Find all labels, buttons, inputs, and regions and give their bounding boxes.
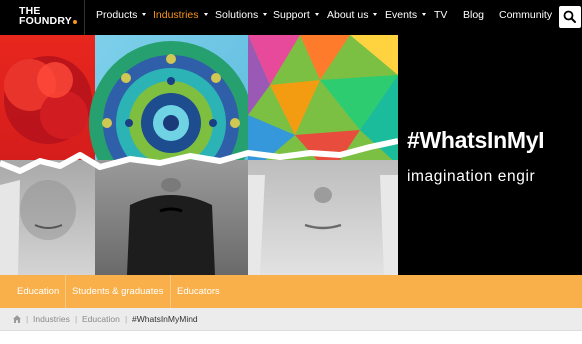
foundry-logo[interactable]: THE FOUNDRY	[19, 6, 77, 26]
hero-subtitle: imagination engir	[407, 168, 536, 185]
hero-title: #WhatsInMyI	[407, 127, 545, 153]
home-icon[interactable]	[12, 314, 22, 324]
nav-divider	[84, 0, 85, 35]
caret-down-icon	[422, 13, 427, 16]
logo-line2: FOUNDRY	[19, 15, 72, 27]
logo-dot	[72, 20, 77, 24]
caret-down-icon	[142, 13, 147, 16]
subnav-item-students-graduates[interactable]: Students & graduates	[72, 286, 163, 297]
nav-item-label: About us	[327, 9, 369, 21]
nav-item-blog[interactable]: Blog	[463, 9, 484, 21]
breadcrumb-current: #WhatsInMyMind	[132, 314, 198, 324]
nav-item-label: Solutions	[215, 9, 259, 21]
nav-item-tv[interactable]: TV	[434, 9, 447, 21]
nav-item-label: Products	[96, 9, 138, 21]
breadcrumb-industries[interactable]: Industries	[33, 314, 70, 324]
nav-item-support[interactable]: Support	[273, 9, 319, 21]
search-button[interactable]	[559, 6, 581, 28]
nav-item-label: Blog	[463, 9, 485, 21]
hero-text-panel	[398, 35, 582, 275]
subnav-divider	[170, 275, 171, 308]
breadcrumb-separator: |	[26, 314, 29, 324]
nav-item-label: Community	[499, 9, 553, 21]
breadcrumb: | Industries | Education | #WhatsInMyMin…	[0, 308, 582, 331]
search-icon	[563, 10, 576, 23]
caret-down-icon	[203, 13, 208, 16]
nav-item-label: Industries	[153, 9, 199, 21]
nav-item-events[interactable]: Events	[385, 9, 427, 21]
hero-banner: #WhatsInMyI imagination engir	[0, 35, 582, 275]
breadcrumb-separator: |	[125, 314, 128, 324]
nav-item-label: Support	[273, 9, 310, 21]
caret-down-icon	[314, 13, 319, 16]
nav-item-label: Events	[385, 9, 418, 21]
nav-item-industries[interactable]: Industries	[153, 9, 208, 21]
caret-down-icon	[373, 13, 378, 16]
nav-item-solutions[interactable]: Solutions	[215, 9, 268, 21]
nav-item-label: TV	[434, 9, 448, 21]
face-3	[248, 160, 398, 275]
breadcrumb-separator: |	[75, 314, 78, 324]
breadcrumb-education[interactable]: Education	[82, 314, 120, 324]
caret-down-icon	[263, 13, 268, 16]
top-nav: THE FOUNDRY Products Industries Solution…	[0, 0, 582, 35]
nav-item-about-us[interactable]: About us	[327, 9, 378, 21]
nav-item-community[interactable]: Community	[499, 9, 552, 21]
subnav-item-educators[interactable]: Educators	[177, 286, 220, 297]
subnav-item-education[interactable]: Education	[17, 286, 59, 297]
nav-item-products[interactable]: Products	[96, 9, 147, 21]
subnav-divider	[65, 275, 66, 308]
hero-artwork	[0, 35, 582, 275]
